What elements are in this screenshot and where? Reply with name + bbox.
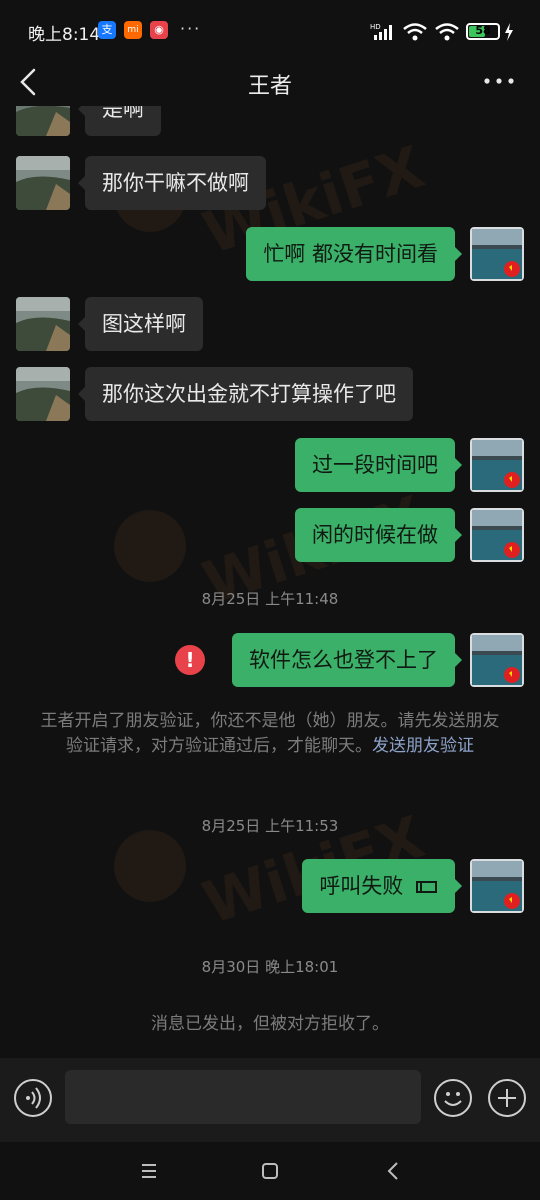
more-notifications-icon: ··· xyxy=(180,19,202,38)
chat-title: 王者 xyxy=(247,74,292,99)
contact-avatar[interactable] xyxy=(16,156,70,210)
voice-input-button[interactable] xyxy=(14,1079,52,1117)
signal-icon: HD xyxy=(370,23,392,40)
timestamp: 8月25日 上午11:48 xyxy=(201,590,339,608)
back-nav-button[interactable] xyxy=(379,1156,409,1186)
self-avatar[interactable] xyxy=(470,859,524,913)
app-icon: ◉ xyxy=(150,21,168,39)
home-square-icon xyxy=(262,1163,278,1179)
message-bubble-outgoing[interactable]: 软件怎么也登不上了 xyxy=(232,633,462,687)
send-failed-icon[interactable]: ! xyxy=(175,645,205,675)
battery-level: 58 xyxy=(475,24,491,37)
emoji-button[interactable] xyxy=(434,1079,472,1117)
home-nav-button[interactable] xyxy=(255,1156,285,1186)
mi-icon: mi xyxy=(124,21,142,39)
call-failed-text: 呼叫失败 xyxy=(319,874,404,898)
wifi-icon xyxy=(403,23,427,41)
status-time: 晚上8:14 xyxy=(28,25,101,45)
message-bubble-incoming[interactable]: 图这样啊 xyxy=(78,297,203,351)
timestamp: 8月25日 上午11:53 xyxy=(201,817,339,835)
message-input[interactable] xyxy=(65,1070,421,1124)
system-message-friend-verification: 王者开启了朋友验证，你还不是他（她）朋友。请先发送朋友验证请求，对方验证通过后，… xyxy=(40,709,500,759)
chat-header: 王者 xyxy=(0,60,540,106)
emoji-icon xyxy=(444,1092,462,1106)
system-nav-bar xyxy=(0,1142,540,1200)
more-functions-button[interactable] xyxy=(488,1079,526,1117)
message-bubble-incoming[interactable]: 那你这次出金就不打算操作了吧 xyxy=(78,367,413,421)
message-bubble-incoming[interactable]: 那你干嘛不做啊 xyxy=(78,156,266,210)
wifi-icon-2 xyxy=(435,23,459,41)
chat-messages[interactable]: WikiFX WikiFX WikiFX 是啊 那你干嘛不做啊 忙啊 都没有时间… xyxy=(0,106,540,1058)
more-dots-icon xyxy=(484,78,514,84)
video-call-icon xyxy=(416,881,437,893)
menu-icon xyxy=(142,1164,156,1178)
self-avatar[interactable] xyxy=(470,508,524,562)
plus-icon xyxy=(498,1089,516,1107)
message-bubble-outgoing[interactable]: 忙啊 都没有时间看 xyxy=(246,227,462,281)
self-avatar[interactable] xyxy=(470,438,524,492)
svg-text:HD: HD xyxy=(370,23,381,31)
battery-icon: 58 xyxy=(466,23,500,40)
message-bubble-incoming[interactable]: 是啊 xyxy=(78,106,161,136)
message-bubble-outgoing[interactable]: 过一段时间吧 xyxy=(295,438,462,492)
contact-avatar[interactable] xyxy=(16,106,70,136)
more-button[interactable] xyxy=(482,66,516,96)
message-bubble-outgoing[interactable]: 闲的时候在做 xyxy=(295,508,462,562)
charging-icon xyxy=(505,23,513,41)
contact-avatar[interactable] xyxy=(16,297,70,351)
send-friend-request-link[interactable]: 发送朋友验证 xyxy=(372,736,474,756)
timestamp: 8月30日 晚上18:01 xyxy=(201,958,339,976)
menu-nav-button[interactable] xyxy=(134,1156,164,1186)
status-bar: 晚上8:14 支 mi ◉ ··· HD 58 xyxy=(0,0,540,60)
back-arrow-icon xyxy=(387,1162,398,1180)
call-failed-bubble[interactable]: 呼叫失败 xyxy=(302,859,462,913)
input-bar xyxy=(0,1058,540,1142)
voice-icon xyxy=(26,1087,41,1109)
alipay-icon: 支 xyxy=(98,21,116,39)
contact-avatar[interactable] xyxy=(16,367,70,421)
self-avatar[interactable] xyxy=(470,633,524,687)
self-avatar[interactable] xyxy=(470,227,524,281)
system-message-rejected: 消息已发出，但被对方拒收了。 xyxy=(151,1014,389,1034)
